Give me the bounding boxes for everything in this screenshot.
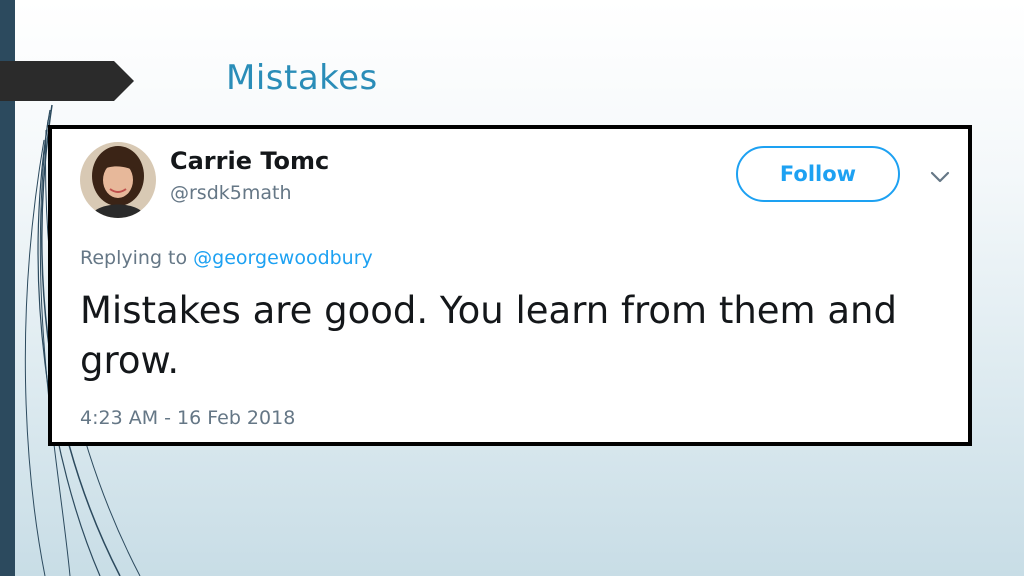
user-handle[interactable]: @rsdk5math (170, 182, 292, 204)
replying-to-line: Replying to @georgewoodbury (80, 247, 373, 269)
tweet-text: Mistakes are good. You learn from them a… (80, 289, 897, 382)
replying-to-prefix: Replying to (80, 247, 188, 269)
title-arrow-shape (0, 61, 134, 101)
user-photo-icon (80, 142, 156, 218)
slide-title: Mistakes (226, 58, 378, 98)
tweet-card: Carrie Tomc @rsdk5math Follow Replying t… (48, 125, 972, 446)
replying-to-link[interactable]: @georgewoodbury (193, 247, 373, 269)
follow-button[interactable]: Follow (736, 146, 900, 202)
chevron-down-icon[interactable] (928, 165, 952, 189)
tweet-timestamp[interactable]: 4:23 AM - 16 Feb 2018 (80, 407, 295, 429)
avatar[interactable] (80, 142, 156, 218)
display-name[interactable]: Carrie Tomc (170, 147, 329, 175)
